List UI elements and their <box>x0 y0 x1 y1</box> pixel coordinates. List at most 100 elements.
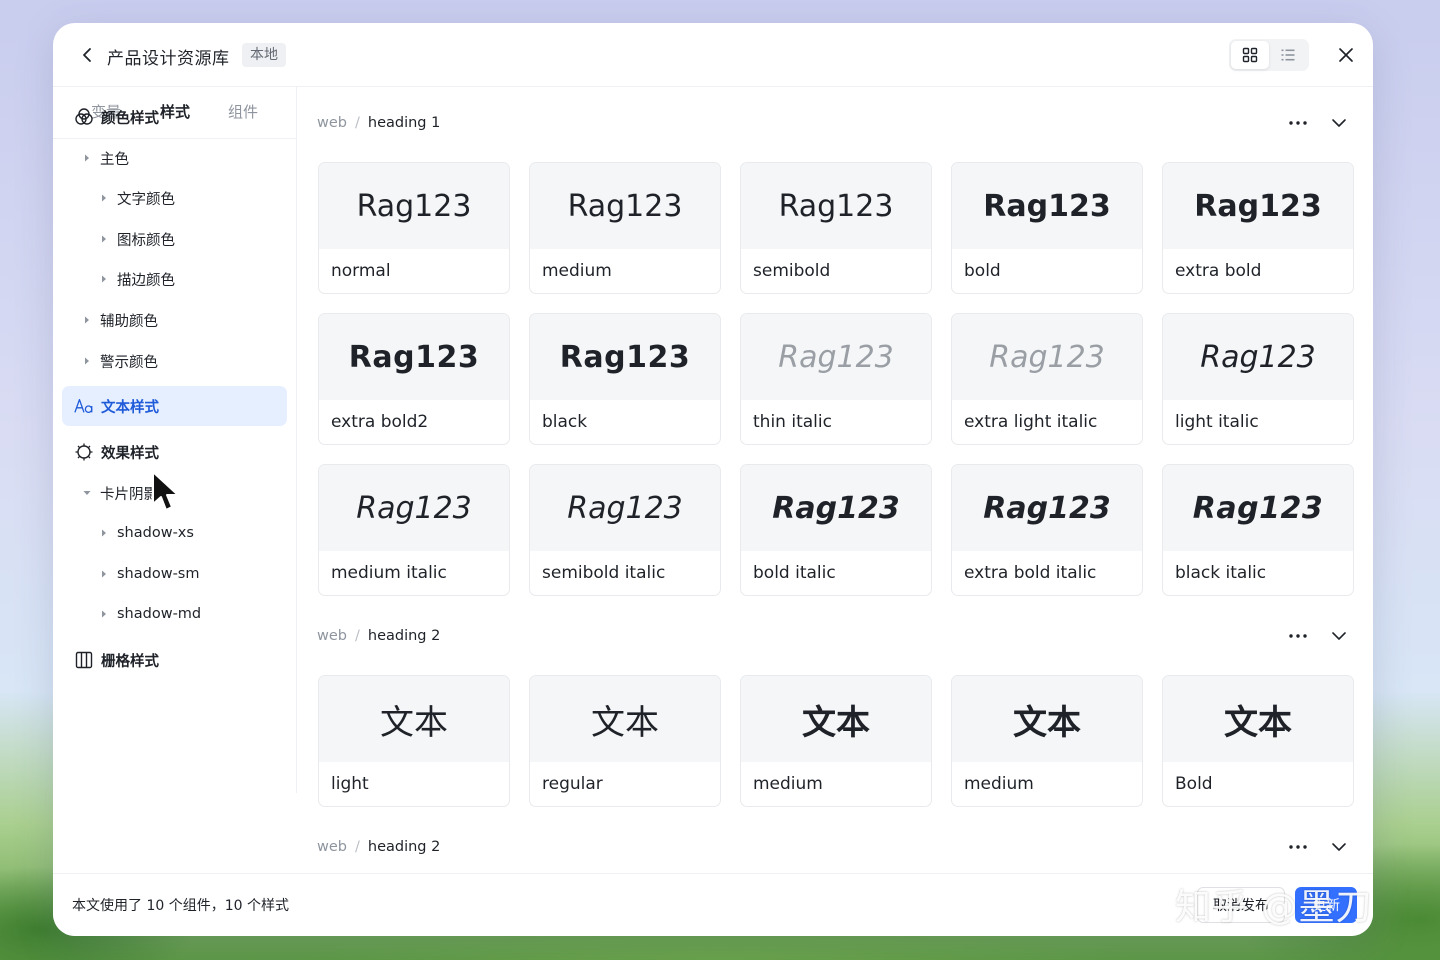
sidebar-item[interactable]: 栅格样式 <box>53 640 297 680</box>
collapse-section-button[interactable] <box>1327 837 1351 857</box>
style-card[interactable]: 文本 Bold <box>1162 675 1354 807</box>
style-card[interactable]: Rag123 black <box>529 313 721 445</box>
sidebar-item[interactable]: 效果样式 <box>53 432 297 472</box>
crumb-parent[interactable]: web <box>317 628 347 644</box>
sidebar-item[interactable]: 描边颜色 <box>53 259 297 299</box>
style-card-label: light <box>331 774 369 794</box>
sidebar-item-label: 辅助颜色 <box>100 313 158 330</box>
caret-right-icon[interactable] <box>82 316 92 324</box>
style-card-label: medium <box>542 261 612 281</box>
chevron-down-icon <box>1332 843 1346 851</box>
back-button[interactable] <box>75 43 99 67</box>
style-card-preview: Rag123 <box>1163 314 1353 400</box>
style-card[interactable]: Rag123 semibold italic <box>529 464 721 596</box>
resource-library-dialog: 产品设计资源库 本地 变量 样式 组件 颜色样式 主色 文字颜色 图标颜色 描边… <box>53 23 1373 936</box>
usage-summary: 本文使用了 10 个组件，10 个样式 <box>72 898 289 914</box>
sidebar-item[interactable]: shadow-md <box>53 594 297 634</box>
watermark: 知乎 @墨刀 <box>1175 887 1373 928</box>
sidebar-item-label: 描边颜色 <box>117 272 175 289</box>
sidebar-item[interactable]: 文字颜色 <box>53 178 297 218</box>
sidebar-item[interactable]: shadow-sm <box>53 554 297 594</box>
style-card[interactable]: Rag123 extra bold <box>1162 162 1354 294</box>
more-options-button[interactable] <box>1286 837 1310 857</box>
list-view-button[interactable] <box>1269 41 1307 69</box>
sidebar-item[interactable]: 图标颜色 <box>53 219 297 259</box>
style-card-label: extra bold italic <box>964 563 1097 583</box>
style-card[interactable]: Rag123 bold <box>951 162 1143 294</box>
caret-right-icon[interactable] <box>82 357 92 365</box>
caret-right-icon[interactable] <box>99 194 109 202</box>
style-card[interactable]: Rag123 extra bold2 <box>318 313 510 445</box>
sidebar-item[interactable]: 警示颜色 <box>53 341 297 381</box>
section-breadcrumb: web / heading 2 <box>317 837 440 857</box>
close-icon <box>1339 48 1353 62</box>
sidebar-item-label: 图标颜色 <box>117 232 175 249</box>
style-card-label: extra bold2 <box>331 412 429 432</box>
style-card-label: medium <box>964 774 1034 794</box>
style-card[interactable]: 文本 medium <box>951 675 1143 807</box>
crumb-current: heading 1 <box>367 115 441 131</box>
mouse-cursor-icon <box>152 471 179 511</box>
crumb-parent[interactable]: web <box>317 839 347 855</box>
style-card[interactable]: Rag123 extra bold italic <box>951 464 1143 596</box>
palette-icon <box>74 107 94 127</box>
crumb-separator: / <box>354 839 360 855</box>
more-options-button[interactable] <box>1286 626 1310 646</box>
sidebar-item-label: 效果样式 <box>101 445 159 462</box>
sidebar-item[interactable]: shadow-xs <box>53 513 297 553</box>
collapse-section-button[interactable] <box>1327 113 1351 133</box>
sidebar-item-label: shadow-xs <box>117 525 194 541</box>
dialog-header: 产品设计资源库 本地 <box>53 23 1373 87</box>
style-card[interactable]: 文本 medium <box>740 675 932 807</box>
more-icon <box>1289 121 1307 125</box>
crumb-separator: / <box>354 628 360 644</box>
crumb-parent[interactable]: web <box>317 115 347 131</box>
style-card[interactable]: Rag123 medium <box>529 162 721 294</box>
style-card-preview: Rag123 <box>952 163 1142 249</box>
caret-right-icon[interactable] <box>99 275 109 283</box>
style-card[interactable]: Rag123 bold italic <box>740 464 932 596</box>
sidebar-item[interactable]: 颜色样式 <box>53 97 297 137</box>
caret-down-icon[interactable] <box>82 490 92 496</box>
style-card[interactable]: Rag123 extra light italic <box>951 313 1143 445</box>
style-card-preview: Rag123 <box>530 465 720 551</box>
style-card-preview: 文本 <box>1163 676 1353 762</box>
sidebar-item[interactable]: 文本样式 <box>62 386 287 426</box>
style-card-preview: Rag123 <box>1163 163 1353 249</box>
chevron-down-icon <box>1332 119 1346 127</box>
style-card[interactable]: Rag123 semibold <box>740 162 932 294</box>
style-card-label: semibold italic <box>542 563 666 583</box>
caret-right-icon[interactable] <box>99 610 109 618</box>
style-card[interactable]: Rag123 thin italic <box>740 313 932 445</box>
style-card-preview: Rag123 <box>952 314 1142 400</box>
style-card[interactable]: Rag123 black italic <box>1162 464 1354 596</box>
style-card[interactable]: Rag123 medium italic <box>318 464 510 596</box>
caret-right-icon[interactable] <box>99 235 109 243</box>
more-options-button[interactable] <box>1286 113 1310 133</box>
sidebar: 变量 样式 组件 颜色样式 主色 文字颜色 图标颜色 描边颜色 辅助颜色 警示颜色 文本样式效… <box>53 87 297 793</box>
close-button[interactable] <box>1334 43 1358 67</box>
sidebar-item[interactable]: 主色 <box>53 138 297 178</box>
sidebar-item-label: shadow-md <box>117 606 202 622</box>
crumb-separator: / <box>354 115 360 131</box>
sidebar-item-label: 文字颜色 <box>117 191 175 208</box>
grid-layout-icon <box>74 650 94 670</box>
style-card[interactable]: 文本 light <box>318 675 510 807</box>
style-card[interactable]: 文本 regular <box>529 675 721 807</box>
page-title: 产品设计资源库 <box>107 49 230 69</box>
style-card[interactable]: Rag123 light italic <box>1162 313 1354 445</box>
effect-icon <box>74 442 94 462</box>
style-card-preview: Rag123 <box>741 163 931 249</box>
local-badge: 本地 <box>242 43 286 67</box>
style-card-preview: Rag123 <box>741 465 931 551</box>
caret-right-icon[interactable] <box>99 570 109 578</box>
sidebar-item-label: shadow-sm <box>117 566 200 582</box>
grid-view-button[interactable] <box>1231 41 1269 69</box>
more-icon <box>1289 634 1307 638</box>
sidebar-item[interactable]: 辅助颜色 <box>53 300 297 340</box>
style-card[interactable]: Rag123 normal <box>318 162 510 294</box>
caret-right-icon[interactable] <box>99 529 109 537</box>
collapse-section-button[interactable] <box>1327 626 1351 646</box>
style-card-preview: Rag123 <box>741 314 931 400</box>
caret-right-icon[interactable] <box>82 154 92 162</box>
